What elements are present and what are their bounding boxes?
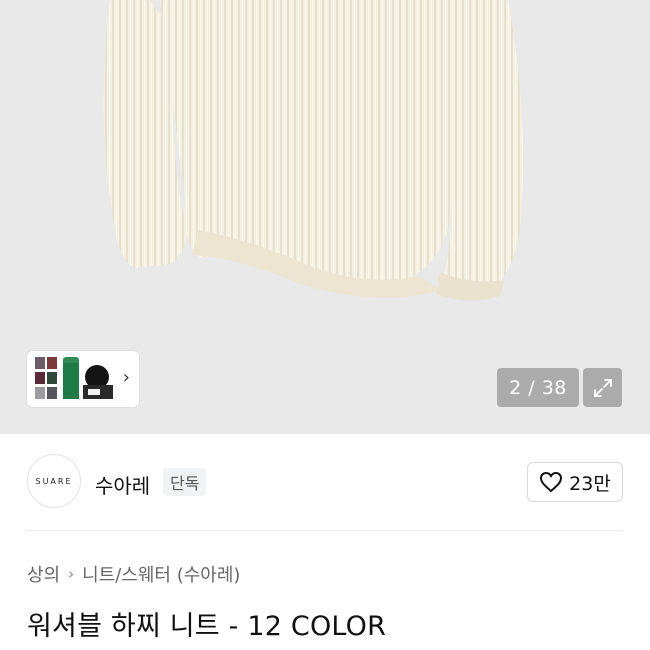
heart-icon [540,471,563,493]
brand-name[interactable]: 수아레 [95,470,150,499]
image-counter: 2 / 38 [497,368,579,407]
brand-logo-text: SUARE [35,476,73,486]
expand-button[interactable] [583,368,622,407]
chevron-right-icon: › [68,565,75,583]
breadcrumb: 상의 › 니트/스웨터 (수아레) [27,561,240,587]
chevron-right-icon: › [122,367,130,388]
color-swatches-image [35,357,113,399]
like-count: 23만 [569,472,611,495]
expand-icon [593,378,612,397]
product-image-gallery[interactable]: › 2 / 38 [0,0,650,434]
breadcrumb-item-knit[interactable]: 니트/스웨터 (수아레) [82,561,240,587]
breadcrumb-item-top[interactable]: 상의 [27,561,60,587]
color-options-thumbnail[interactable]: › [27,351,139,407]
divider [27,530,623,531]
product-title: 워셔블 하찌 니트 - 12 COLOR [27,611,387,642]
brand-row: SUARE 수아레 단독 23만 [0,434,650,530]
like-button[interactable]: 23만 [527,462,623,502]
exclusive-badge: 단독 [163,468,207,496]
brand-logo[interactable]: SUARE [27,454,81,508]
